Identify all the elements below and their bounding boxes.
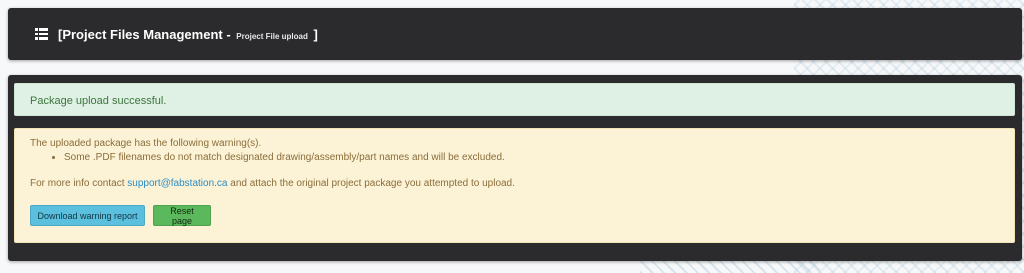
success-alert: Package upload successful. xyxy=(14,83,1015,116)
page-header: [Project Files Management - Project File… xyxy=(8,8,1022,60)
background-pattern-bottom xyxy=(640,259,820,273)
download-warning-report-button[interactable]: Download warning report xyxy=(30,205,145,226)
contact-info: For more info contact support@fabstation… xyxy=(30,178,1014,189)
warning-list: Some .PDF filenames do not match designa… xyxy=(64,151,1014,164)
page-subtitle: Project File upload xyxy=(236,31,308,41)
support-email-link[interactable]: support@fabstation.ca xyxy=(127,178,227,189)
page-title: [Project Files Management - Project File… xyxy=(58,27,318,42)
page-title-close: ] xyxy=(309,26,318,42)
warning-alert: The uploaded package has the following w… xyxy=(14,128,1015,243)
main-panel: Package upload successful. The uploaded … xyxy=(8,75,1022,261)
reset-page-button[interactable]: Reset page xyxy=(153,205,211,226)
button-row: Download warning report Reset page xyxy=(30,205,1014,226)
list-icon xyxy=(35,28,48,40)
success-message: Package upload successful. xyxy=(30,95,167,107)
contact-suffix: and attach the original project package … xyxy=(227,178,515,189)
warning-item: Some .PDF filenames do not match designa… xyxy=(64,151,1014,164)
page-title-main: [Project Files Management - xyxy=(58,26,235,42)
contact-prefix: For more info contact xyxy=(30,178,128,189)
warning-intro: The uploaded package has the following w… xyxy=(30,138,262,149)
